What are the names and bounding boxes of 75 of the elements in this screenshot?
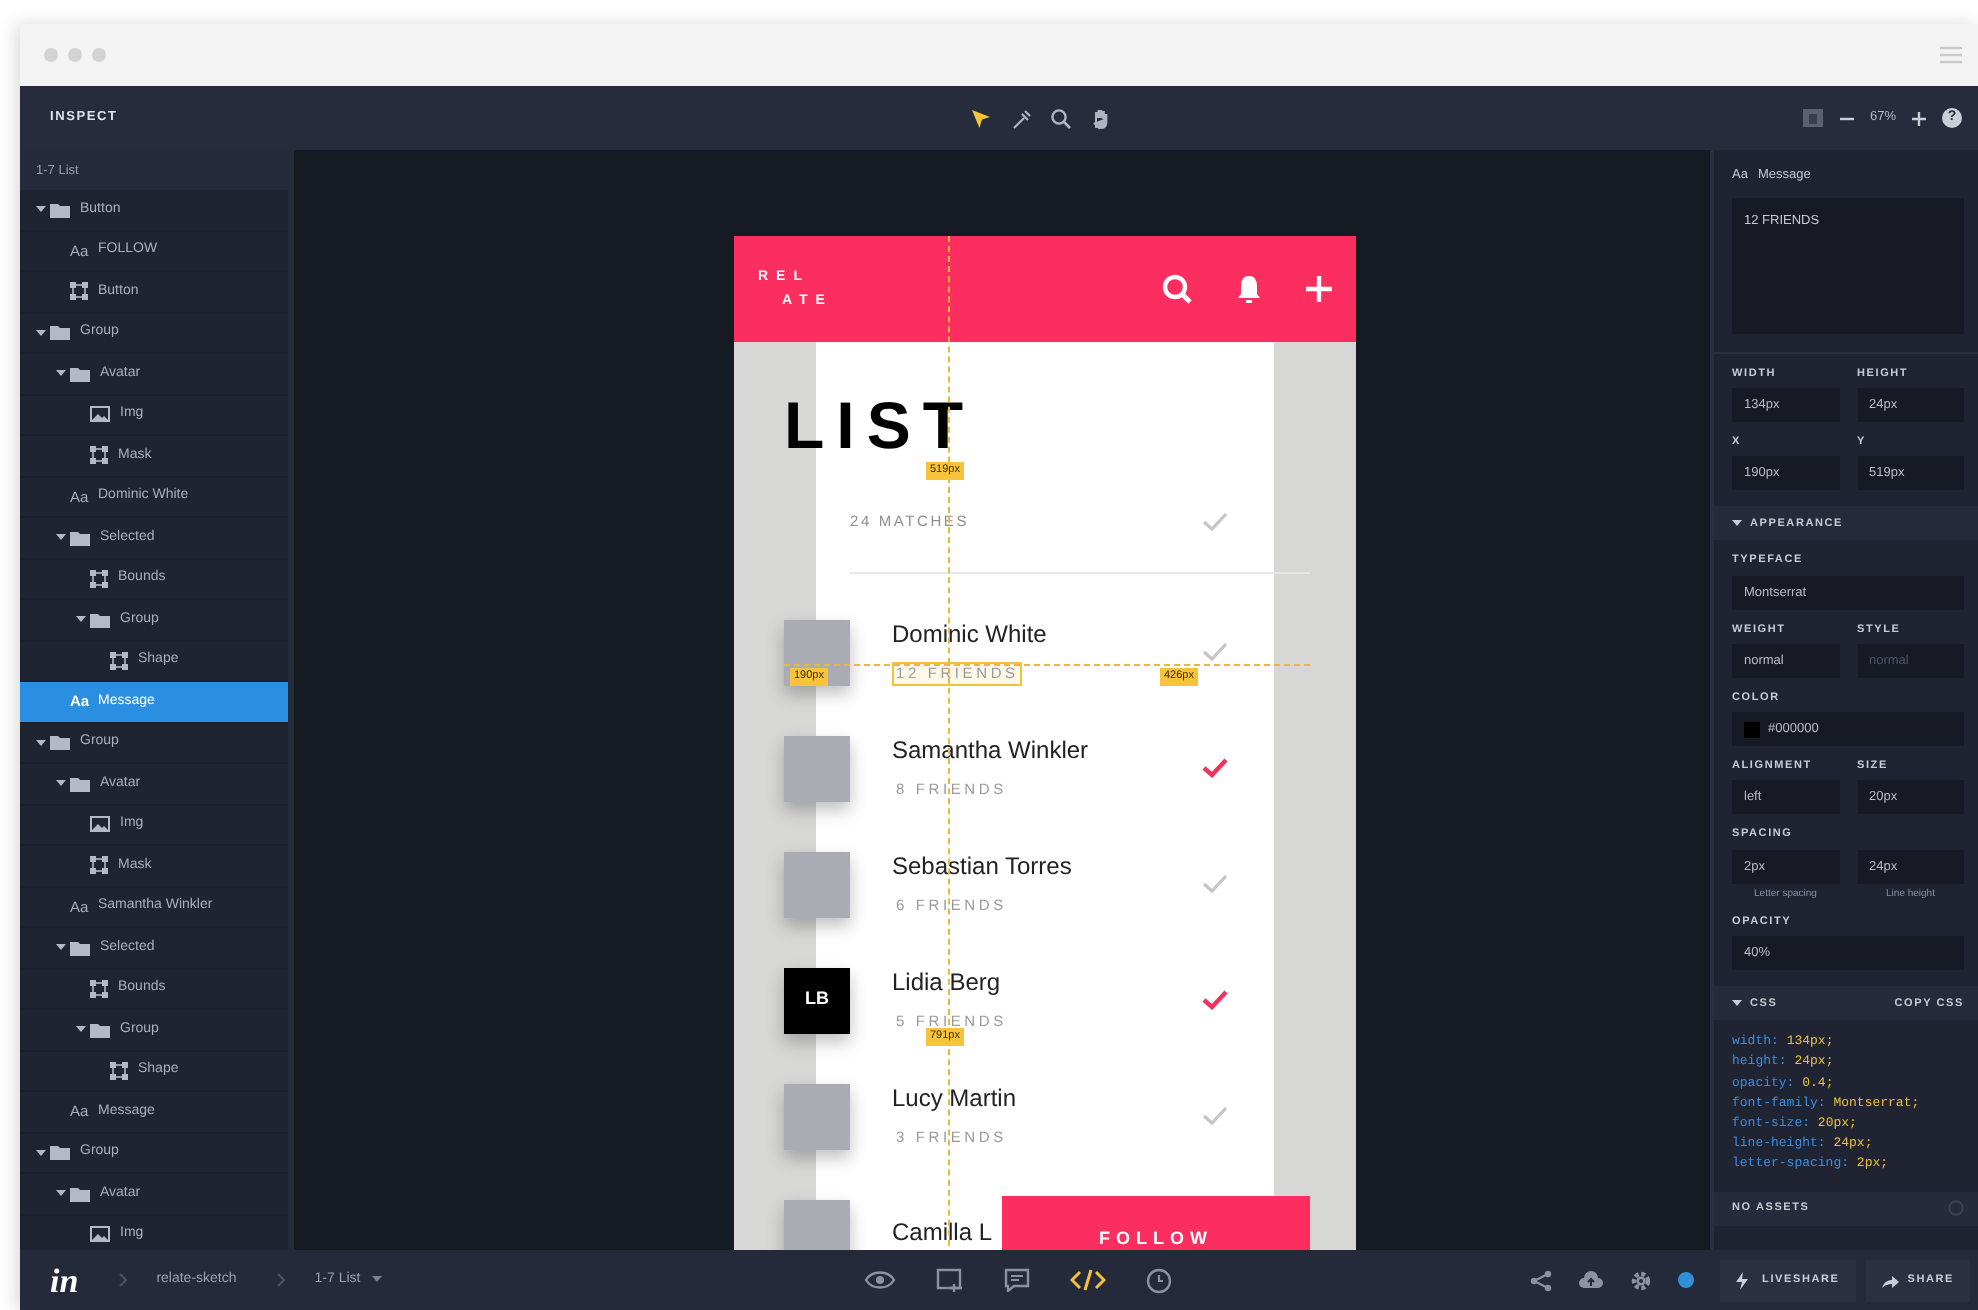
hand-icon[interactable] xyxy=(1090,107,1112,129)
caret-down-icon[interactable] xyxy=(75,1024,85,1035)
folder-icon xyxy=(50,324,70,341)
folder-icon xyxy=(70,1185,90,1202)
photo-placeholder xyxy=(784,1083,850,1149)
folder-icon xyxy=(70,365,90,382)
image-icon xyxy=(90,1226,110,1243)
check-icon[interactable] xyxy=(1202,512,1228,532)
shape-icon xyxy=(90,569,108,588)
folder-icon xyxy=(70,939,90,956)
share-arrow-icon xyxy=(1881,1271,1900,1289)
share-nodes-icon[interactable] xyxy=(1530,1269,1553,1291)
page-title: LIST xyxy=(784,386,975,456)
chevron-icon xyxy=(118,1272,129,1288)
image-icon xyxy=(90,816,110,833)
caret-down-icon[interactable] xyxy=(35,737,45,748)
check-icon[interactable] xyxy=(1202,642,1228,662)
caret-down-icon[interactable] xyxy=(55,532,65,543)
shape-icon xyxy=(110,1061,128,1080)
pointer-icon[interactable] xyxy=(970,107,992,129)
search-icon[interactable] xyxy=(1050,107,1072,129)
folder-icon xyxy=(50,1144,70,1161)
caret-down-icon[interactable] xyxy=(75,614,85,625)
caret-down-icon[interactable] xyxy=(55,778,65,789)
shape-icon xyxy=(90,979,108,998)
shape-icon xyxy=(110,651,128,670)
follow-button[interactable]: FOLLOW xyxy=(1002,1196,1310,1250)
person-name: Samantha Winkler xyxy=(892,734,1089,766)
image-icon xyxy=(90,406,110,423)
folder-icon xyxy=(70,529,90,546)
caret-down-icon[interactable] xyxy=(35,327,45,338)
screen-icon[interactable] xyxy=(936,1268,964,1292)
comment-icon[interactable] xyxy=(1004,1268,1030,1292)
check-icon[interactable] xyxy=(1202,758,1228,778)
cloud-upload-icon[interactable] xyxy=(1578,1270,1605,1290)
caret-down-icon[interactable] xyxy=(55,1188,65,1199)
eye-icon[interactable] xyxy=(864,1270,896,1290)
person-name: Sebastian Torres xyxy=(892,850,1072,882)
shape-icon xyxy=(90,856,108,875)
clock-icon[interactable] xyxy=(1146,1267,1172,1293)
plus-icon[interactable] xyxy=(1306,276,1332,302)
app-logo[interactable]: in xyxy=(50,1263,79,1297)
chevron-icon xyxy=(276,1272,287,1288)
search-icon[interactable] xyxy=(1162,274,1192,304)
folder-icon xyxy=(50,201,70,218)
person-name: Camilla L xyxy=(892,1216,993,1248)
bell-icon[interactable] xyxy=(1236,274,1262,304)
folder-icon xyxy=(70,775,90,792)
gear-icon[interactable] xyxy=(1630,1269,1653,1291)
photo-placeholder xyxy=(784,735,850,801)
shape-icon xyxy=(90,446,108,465)
folder-icon xyxy=(50,734,70,751)
check-icon[interactable] xyxy=(1202,1106,1228,1126)
caret-down-icon[interactable] xyxy=(1732,518,1742,529)
folder-icon xyxy=(90,611,110,628)
shape-icon xyxy=(70,282,88,301)
folder-icon xyxy=(90,1021,110,1038)
caret-down-icon[interactable] xyxy=(1732,998,1742,1009)
person-name: Lidia Berg xyxy=(892,966,1001,998)
code-icon[interactable] xyxy=(1070,1268,1106,1292)
check-icon[interactable] xyxy=(1202,874,1228,894)
zoom-in-icon[interactable] xyxy=(1912,111,1926,125)
eyedropper-icon[interactable] xyxy=(1010,107,1032,129)
caret-down-icon[interactable] xyxy=(35,204,45,215)
caret-down-icon[interactable] xyxy=(35,1147,45,1158)
person-name: Lucy Martin xyxy=(892,1082,1017,1114)
photo-placeholder xyxy=(784,851,850,917)
avatar: LB xyxy=(784,967,850,1033)
person-name: Dominic White xyxy=(892,618,1047,650)
photo-placeholder xyxy=(784,1199,850,1250)
caret-down-icon[interactable] xyxy=(55,368,65,379)
status-dot-icon xyxy=(1678,1272,1695,1288)
caret-down-icon[interactable] xyxy=(55,942,65,953)
check-icon[interactable] xyxy=(1202,990,1228,1010)
caret-down-icon[interactable] xyxy=(372,1276,383,1284)
